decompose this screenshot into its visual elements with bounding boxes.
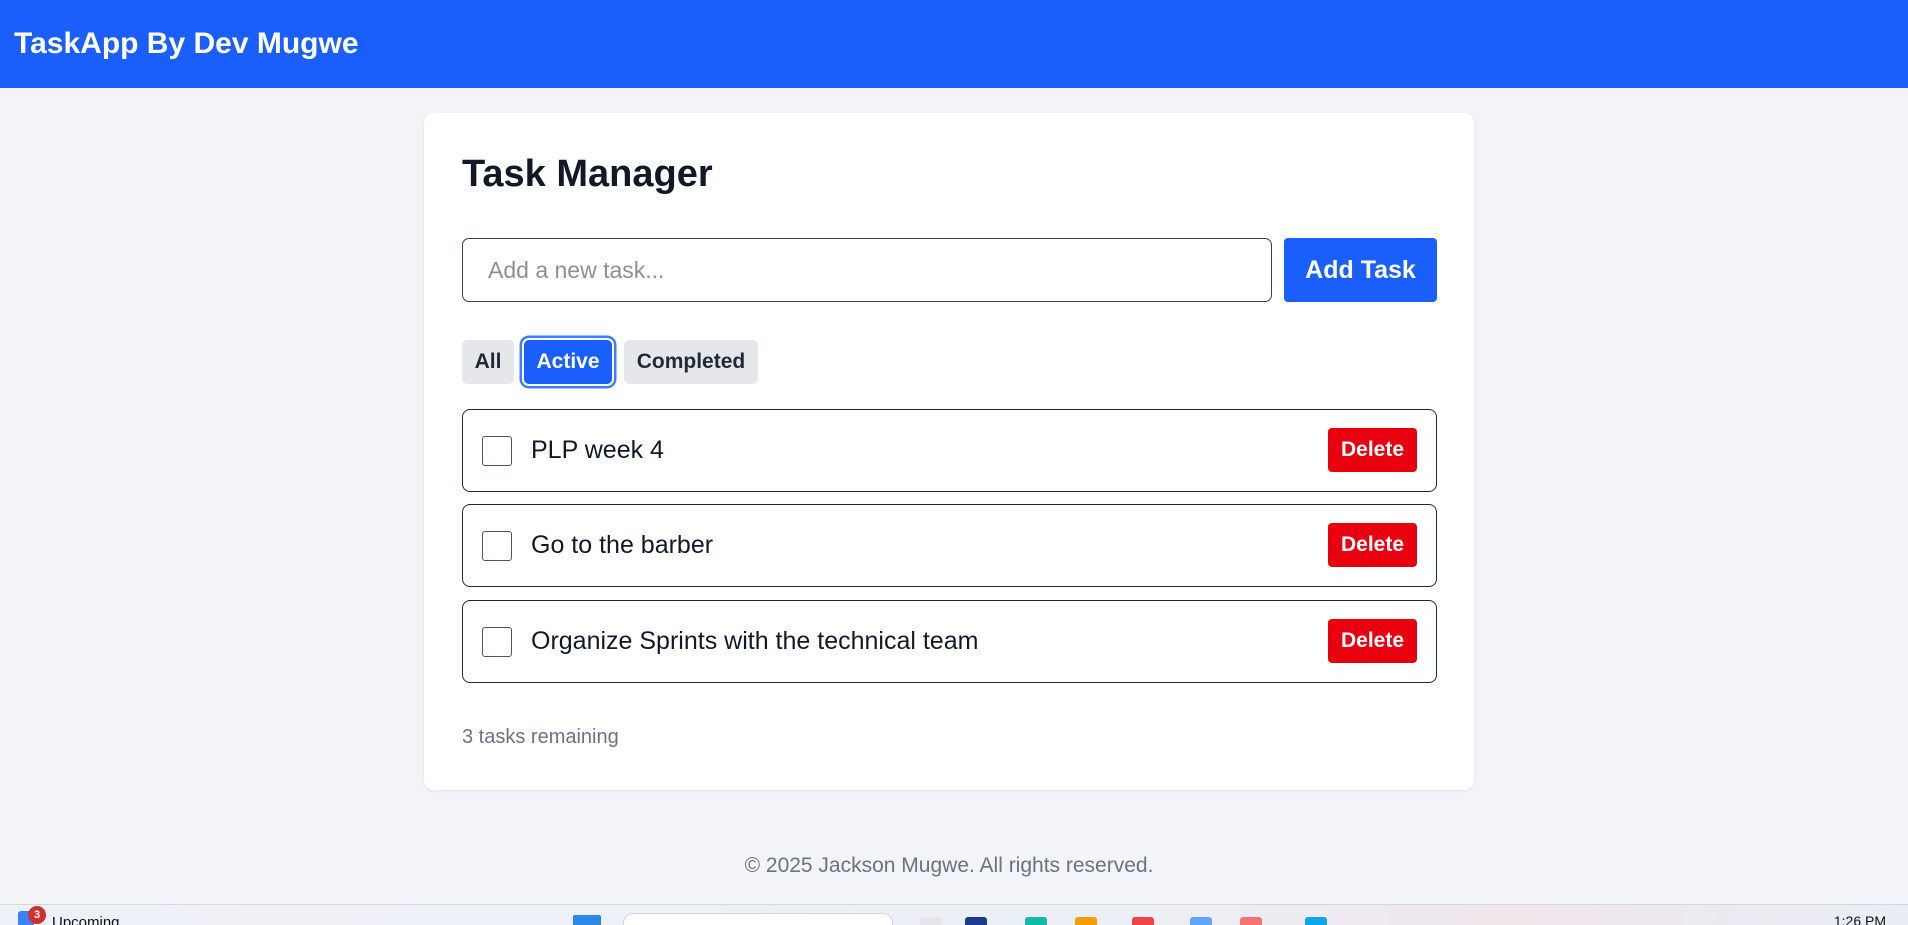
app-icon[interactable]	[1190, 917, 1212, 925]
widget-label[interactable]: Upcoming	[52, 914, 120, 925]
page-title: Task Manager	[462, 153, 713, 195]
task-text: PLP week 4	[531, 436, 664, 464]
task-checkbox[interactable]	[482, 436, 512, 466]
chrome-icon[interactable]	[1132, 917, 1154, 925]
footer-copyright: © 2025 Jackson Mugwe. All rights reserve…	[744, 854, 1154, 877]
task-text: Organize Sprints with the technical team	[531, 627, 979, 655]
start-menu-icon[interactable]	[573, 915, 601, 925]
vscode-icon[interactable]	[1305, 917, 1327, 925]
task-item: PLP week 4 Delete	[462, 409, 1437, 492]
task-item: Organize Sprints with the technical team…	[462, 600, 1437, 683]
taskbar-search-box[interactable]	[623, 913, 893, 925]
delete-task-button[interactable]: Delete	[1328, 523, 1417, 567]
system-clock[interactable]: 1:26 PM	[1834, 913, 1886, 925]
delete-task-button[interactable]: Delete	[1328, 619, 1417, 663]
task-checkbox[interactable]	[482, 531, 512, 561]
os-taskbar: 3 Upcoming 1:26 PM	[0, 904, 1908, 925]
new-task-input[interactable]	[462, 238, 1272, 302]
app-icon[interactable]	[1240, 917, 1262, 925]
task-item: Go to the barber Delete	[462, 504, 1437, 587]
filter-all-button[interactable]: All	[462, 340, 514, 384]
task-text: Go to the barber	[531, 531, 714, 559]
add-task-button[interactable]: Add Task	[1284, 238, 1437, 302]
task-manager-card: Task Manager Add Task All Active Complet…	[424, 113, 1474, 790]
navbar: TaskApp By Dev Mugwe	[0, 0, 1908, 88]
filter-completed-button[interactable]: Completed	[624, 340, 758, 384]
delete-task-button[interactable]: Delete	[1328, 428, 1417, 472]
app-icon[interactable]	[965, 917, 987, 925]
file-explorer-icon[interactable]	[1075, 917, 1097, 925]
task-checkbox[interactable]	[482, 627, 512, 657]
task-view-icon[interactable]	[920, 917, 942, 925]
tasks-remaining-count: 3 tasks remaining	[462, 726, 619, 748]
filter-active-button[interactable]: Active	[524, 340, 612, 384]
notification-badge: 3	[28, 906, 46, 924]
browser-icon[interactable]	[1025, 917, 1047, 925]
brand-title[interactable]: TaskApp By Dev Mugwe	[14, 27, 359, 61]
